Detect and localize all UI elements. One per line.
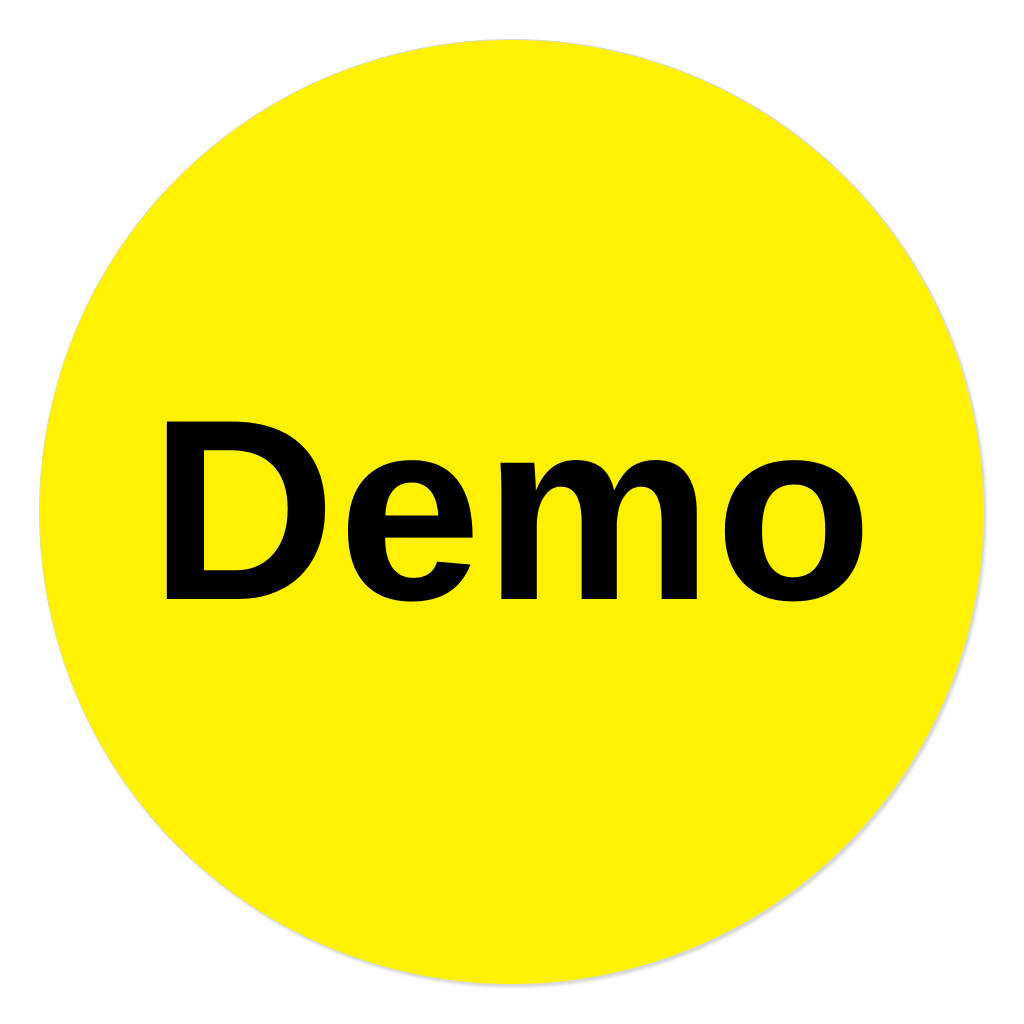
demo-badge-label: Demo bbox=[149, 365, 875, 654]
icon-canvas: Demo bbox=[0, 0, 1024, 1024]
